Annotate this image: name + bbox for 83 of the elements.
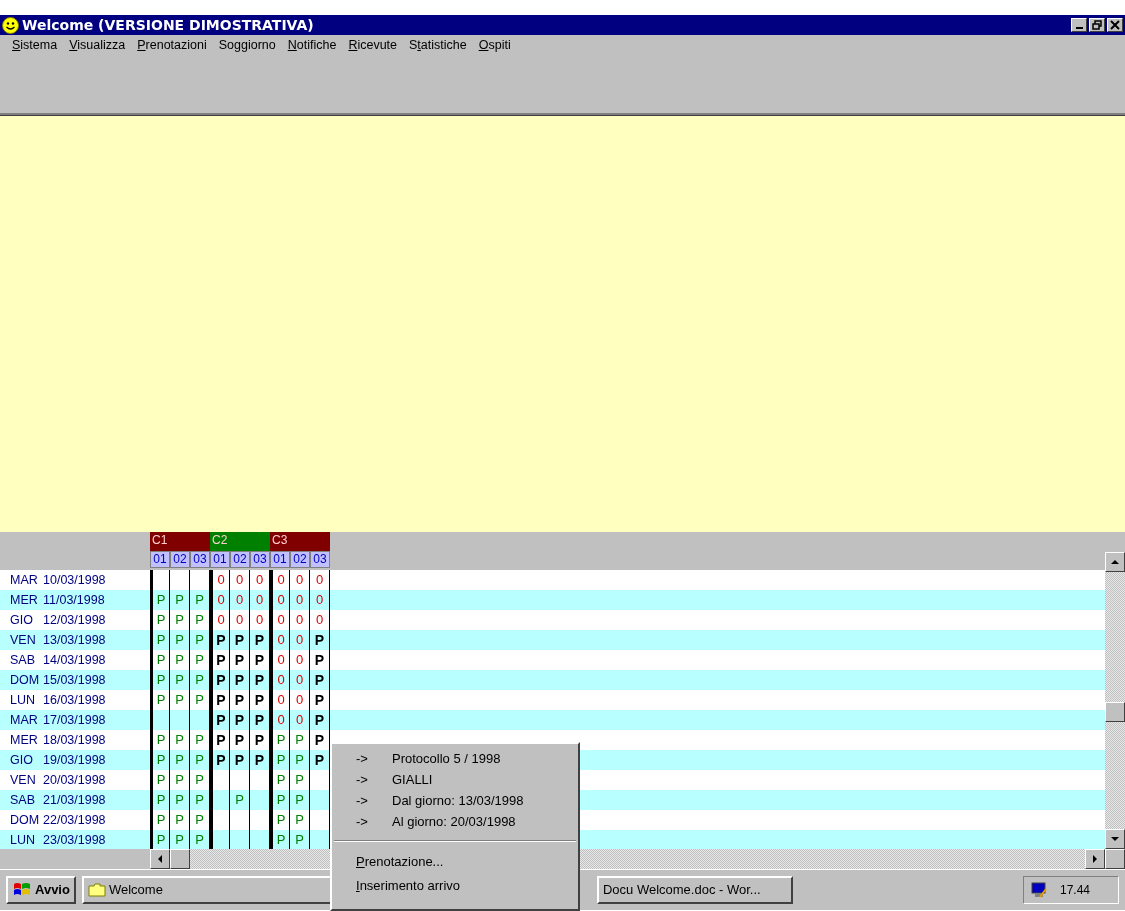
menu-info-text: Protocollo 5 / 1998	[392, 749, 501, 768]
menu-item[interactable]: Notifiche	[281, 35, 343, 55]
day-label: VEN	[9, 771, 37, 789]
folder-icon	[87, 883, 106, 897]
room-group-header: C2	[210, 532, 270, 551]
date-label: 17/03/1998	[42, 711, 107, 729]
day-label: VEN	[9, 631, 37, 649]
up-arrow-icon	[1111, 559, 1119, 565]
menu-info-text: Dal giorno: 13/03/1998	[392, 791, 524, 810]
room-number: 02	[290, 551, 310, 568]
menu-item[interactable]: Sistema	[6, 35, 64, 55]
day-label: SAB	[9, 791, 36, 809]
room-number: 01	[210, 551, 230, 568]
day-label: SAB	[9, 651, 36, 669]
day-label: LUN	[9, 691, 36, 709]
date-label: 16/03/1998	[42, 691, 107, 709]
date-label: 22/03/1998	[42, 811, 107, 829]
date-label: 11/03/1998	[42, 591, 106, 609]
day-label: LUN	[9, 831, 36, 849]
scroll-up-button[interactable]	[1105, 552, 1125, 572]
day-label: GIO	[9, 611, 34, 629]
day-label: GIO	[9, 751, 34, 769]
menu-item[interactable]: Visualizza	[63, 35, 132, 55]
day-label: DOM	[9, 671, 38, 689]
menu-item[interactable]: Ospiti	[472, 35, 517, 55]
menu-info-text: Al giorno: 20/03/1998	[392, 812, 516, 831]
start-button[interactable]: Avvio	[6, 876, 76, 904]
room-number: 01	[150, 551, 170, 568]
date-label: 13/03/1998	[42, 631, 107, 649]
room-number: 03	[310, 551, 330, 568]
menu-item[interactable]: Ricevute	[342, 35, 403, 55]
scroll-thumb[interactable]	[170, 849, 190, 869]
restore-icon	[1092, 20, 1102, 30]
menu-item[interactable]: Soggiorno	[212, 35, 282, 55]
date-label: 23/03/1998	[42, 831, 107, 849]
left-arrow-icon	[157, 855, 163, 863]
minimize-button[interactable]	[1071, 18, 1087, 32]
arrow-text: ->	[355, 770, 369, 789]
room-number: 02	[170, 551, 190, 568]
day-label: DOM	[9, 811, 38, 829]
date-label: 19/03/1998	[42, 751, 107, 769]
restore-button[interactable]	[1089, 18, 1105, 32]
room-number: 03	[190, 551, 210, 568]
smiley-icon	[2, 16, 19, 34]
close-button[interactable]	[1107, 18, 1123, 32]
date-label: 21/03/1998	[42, 791, 107, 809]
scroll-down-button[interactable]	[1105, 829, 1125, 849]
monitor-icon	[1030, 881, 1048, 899]
down-arrow-icon	[1111, 836, 1119, 842]
date-label: 15/03/1998	[42, 671, 107, 689]
day-label: MAR	[9, 571, 38, 589]
arrow-text: ->	[355, 749, 369, 768]
vertical-scrollbar[interactable]	[1105, 552, 1125, 849]
scroll-left-button[interactable]	[150, 849, 170, 869]
menu-info-text: GIALLI	[392, 770, 433, 789]
context-menu-item[interactable]: Inserimento arrivo	[332, 874, 461, 898]
arrow-text: ->	[355, 791, 369, 810]
room-number: 03	[250, 551, 270, 568]
context-menu-item[interactable]: Prenotazione...	[332, 850, 444, 874]
room-number: 02	[230, 551, 250, 568]
close-icon	[1110, 20, 1120, 30]
menu-item[interactable]: Statistiche	[403, 35, 473, 55]
room-number: 01	[270, 551, 290, 568]
day-label: MER	[9, 591, 38, 609]
room-group-header: C1	[150, 532, 210, 551]
scroll-right-button[interactable]	[1085, 849, 1105, 869]
clock-text: 17.44	[1060, 882, 1091, 899]
room-group-header: C3	[270, 532, 330, 551]
taskbar-button[interactable]: Docu Welcome.doc - Wor...	[596, 876, 793, 904]
arrow-text: ->	[355, 812, 369, 831]
day-label: MER	[9, 731, 38, 749]
date-label: 10/03/1998	[42, 571, 107, 589]
date-label: 20/03/1998	[42, 771, 107, 789]
scroll-thumb[interactable]	[1105, 702, 1125, 722]
minimize-icon	[1075, 27, 1083, 29]
menu-item[interactable]: Prenotazioni	[131, 35, 213, 55]
right-arrow-icon	[1092, 855, 1098, 863]
date-label: 12/03/1998	[42, 611, 107, 629]
taskbar-button[interactable]: Welcome	[81, 876, 332, 904]
window-title: Welcome (VERSIONE DIMOSTRATIVA)	[22, 15, 315, 35]
day-label: MAR	[9, 711, 38, 729]
date-label: 18/03/1998	[42, 731, 107, 749]
date-label: 14/03/1998	[42, 651, 107, 669]
